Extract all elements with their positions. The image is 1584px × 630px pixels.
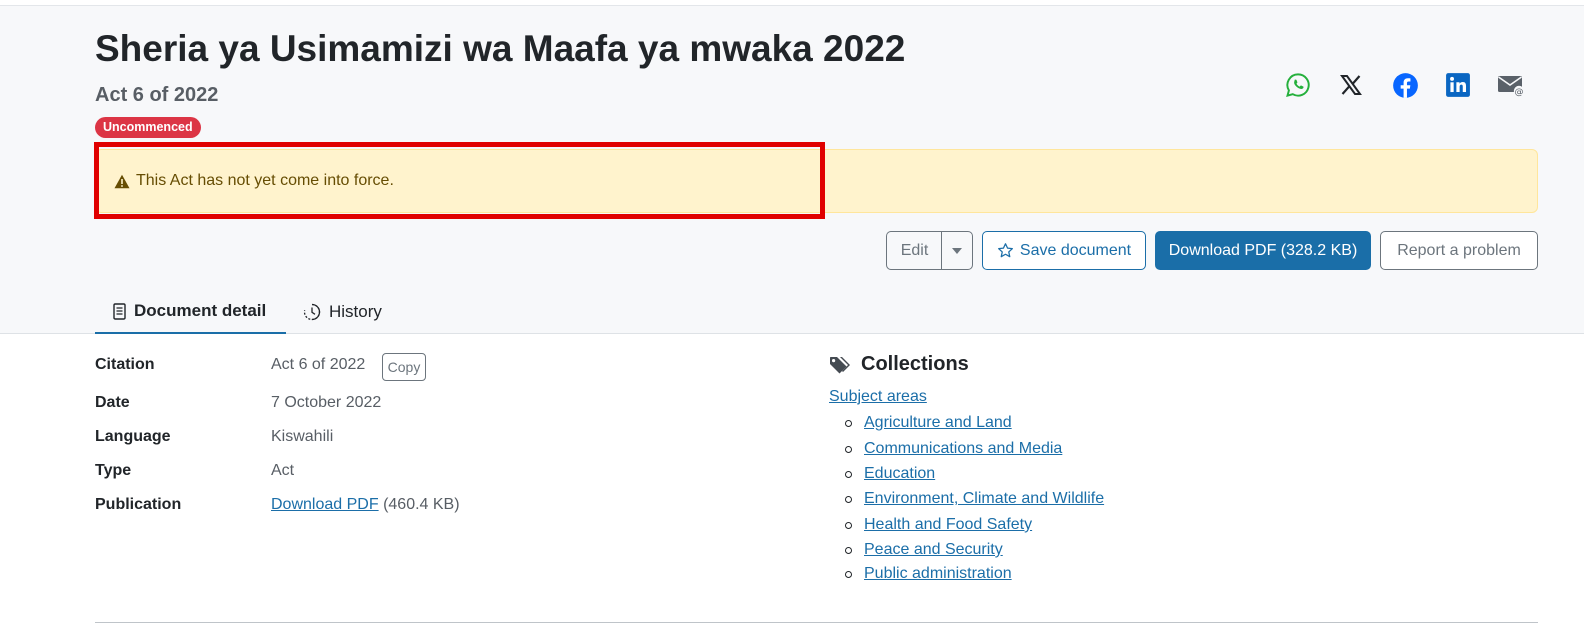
email-share-button[interactable]: @ bbox=[1496, 70, 1526, 100]
tab-history[interactable]: History bbox=[303, 290, 382, 334]
type-label: Type bbox=[95, 462, 132, 479]
collection-link[interactable]: Agriculture and Land bbox=[864, 414, 1012, 432]
collections-heading: Collections bbox=[829, 353, 969, 376]
download-pdf-button[interactable]: Download PDF (328.2 KB) bbox=[1155, 231, 1371, 270]
type-value: Act bbox=[271, 462, 295, 479]
language-label: Language bbox=[95, 428, 171, 445]
clock-history-icon bbox=[303, 303, 321, 321]
collection-link[interactable]: Environment, Climate and Wildlife bbox=[864, 490, 1104, 508]
email-icon: @ bbox=[1498, 76, 1525, 97]
publication-value: Download PDF (460.4 KB) bbox=[271, 496, 460, 514]
list-item: Public administration bbox=[845, 565, 1012, 583]
x-share-button[interactable] bbox=[1336, 70, 1366, 100]
x-icon bbox=[1340, 75, 1362, 95]
whatsapp-share-button[interactable] bbox=[1283, 70, 1313, 100]
save-document-button[interactable]: Save document bbox=[982, 231, 1146, 270]
collection-link[interactable]: Communications and Media bbox=[864, 440, 1062, 458]
bullet bbox=[845, 570, 852, 578]
bullet bbox=[845, 546, 852, 554]
save-document-label: Save document bbox=[1019, 241, 1132, 259]
svg-text:@: @ bbox=[1515, 87, 1524, 97]
list-item: Education bbox=[845, 465, 935, 483]
list-item: Peace and Security bbox=[845, 541, 1003, 559]
bullet bbox=[845, 419, 852, 427]
copy-citation-button[interactable]: Copy bbox=[382, 353, 426, 381]
date-label: Date bbox=[95, 394, 130, 411]
bullet bbox=[845, 470, 852, 478]
collections-heading-label: Collections bbox=[861, 353, 969, 375]
collection-link[interactable]: Peace and Security bbox=[864, 541, 1003, 559]
caret-down-icon bbox=[952, 247, 962, 254]
linkedin-share-button[interactable] bbox=[1443, 70, 1473, 100]
list-item: Environment, Climate and Wildlife bbox=[845, 490, 1104, 508]
publication-size: (460.4 KB) bbox=[383, 496, 460, 513]
list-item: Agriculture and Land bbox=[845, 414, 1012, 432]
page-subtitle: Act 6 of 2022 bbox=[95, 84, 219, 106]
language-value: Kiswahili bbox=[271, 428, 334, 445]
collection-link[interactable]: Health and Food Safety bbox=[864, 516, 1032, 534]
alert-highlight-box bbox=[94, 142, 825, 219]
tab-document-detail-label: Document detail bbox=[134, 301, 267, 320]
report-problem-button[interactable]: Report a problem bbox=[1380, 231, 1538, 270]
edit-dropdown-toggle[interactable] bbox=[941, 231, 973, 270]
collection-link[interactable]: Education bbox=[864, 465, 935, 483]
page-title: Sheria ya Usimamizi wa Maafa ya mwaka 20… bbox=[95, 28, 906, 69]
linkedin-icon bbox=[1446, 73, 1470, 97]
bullet bbox=[845, 521, 852, 529]
status-badge: Uncommenced bbox=[95, 117, 201, 138]
star-icon bbox=[997, 243, 1013, 258]
facebook-share-button[interactable] bbox=[1390, 70, 1420, 100]
tags-icon bbox=[830, 356, 850, 373]
subject-areas: Subject areas bbox=[829, 388, 927, 406]
bullet bbox=[845, 445, 852, 453]
citation-value: Act 6 of 2022 bbox=[271, 356, 366, 373]
document-icon bbox=[113, 302, 126, 320]
facebook-icon bbox=[1392, 72, 1418, 98]
publication-label: Publication bbox=[95, 496, 182, 513]
edit-button[interactable]: Edit bbox=[886, 231, 942, 270]
subject-areas-link[interactable]: Subject areas bbox=[829, 388, 927, 405]
tab-document-detail[interactable]: Document detail bbox=[95, 290, 286, 334]
citation-label: Citation bbox=[95, 356, 155, 373]
collection-link[interactable]: Public administration bbox=[864, 565, 1012, 583]
whatsapp-icon bbox=[1286, 73, 1310, 97]
publication-download-link[interactable]: Download PDF bbox=[271, 496, 379, 513]
bullet bbox=[845, 495, 852, 503]
tab-history-label: History bbox=[329, 302, 382, 321]
list-item: Communications and Media bbox=[845, 440, 1062, 458]
date-value: 7 October 2022 bbox=[271, 394, 382, 411]
section-divider bbox=[95, 622, 1538, 623]
list-item: Health and Food Safety bbox=[845, 516, 1032, 534]
